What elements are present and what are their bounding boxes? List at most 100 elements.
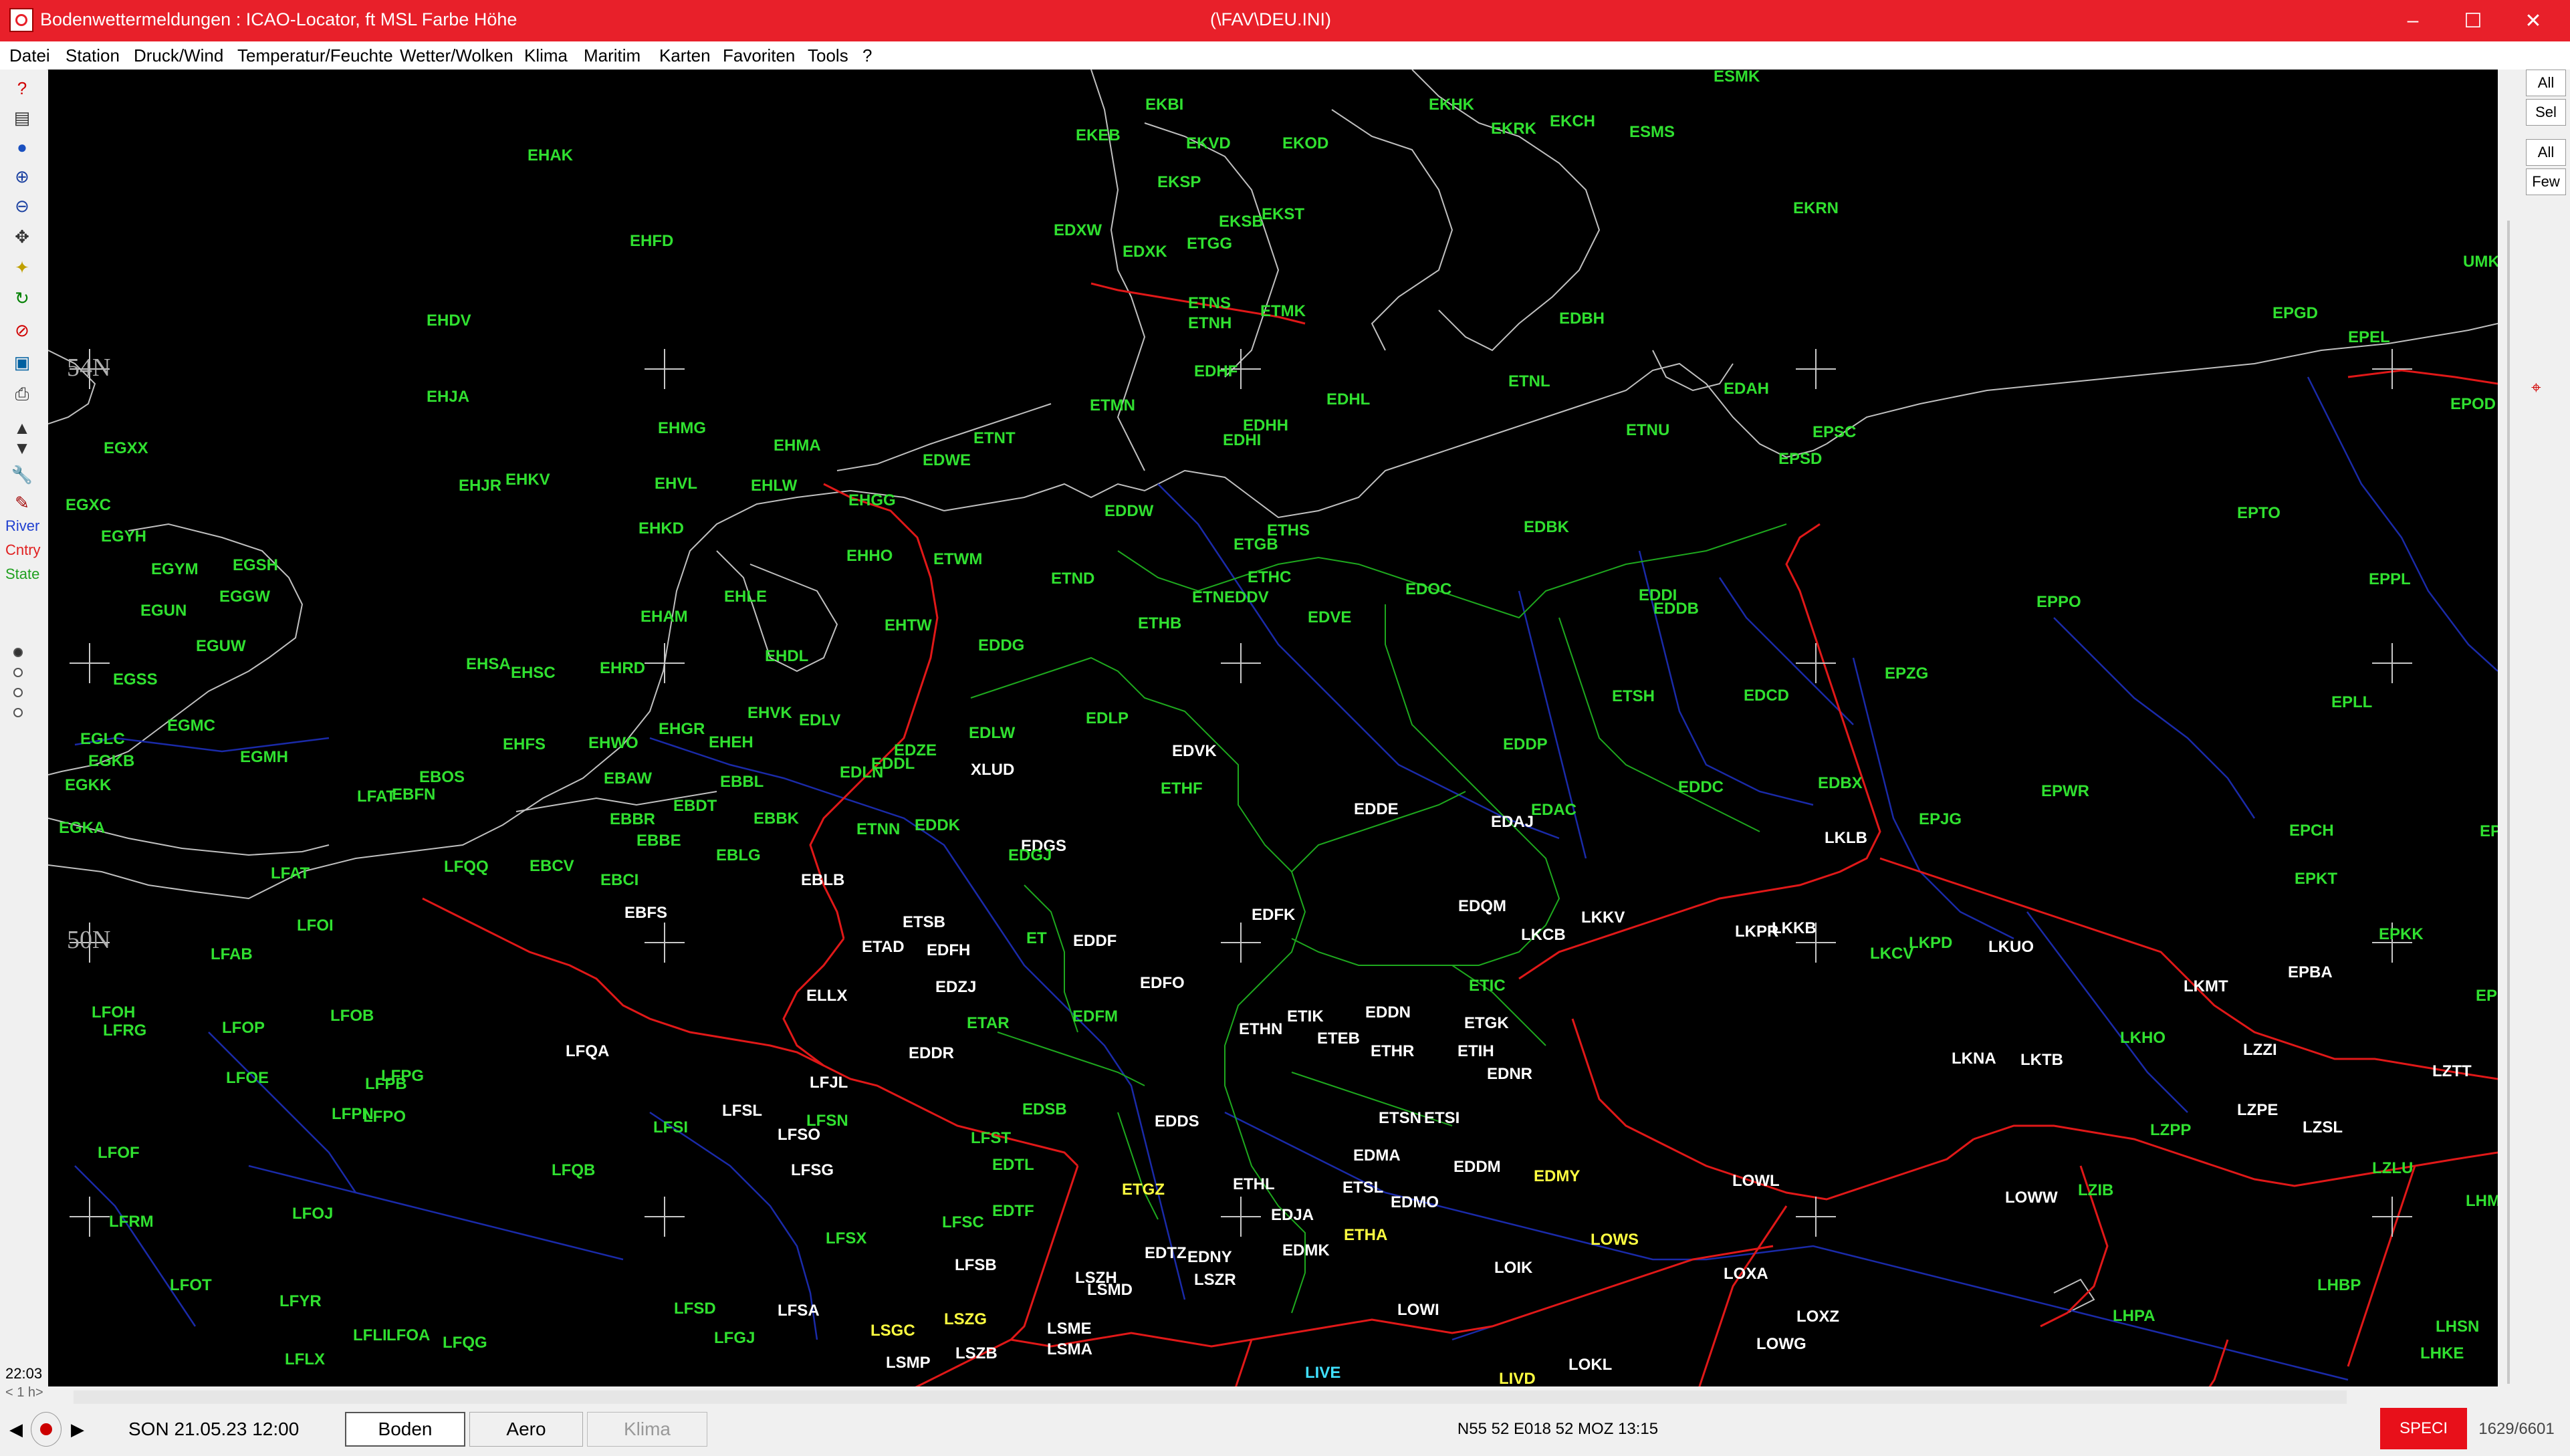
- station-label-lfrg[interactable]: LFRG: [103, 1021, 146, 1040]
- station-label-eddc[interactable]: EDDC: [1678, 778, 1724, 797]
- station-label-eddf[interactable]: EDDF: [1073, 932, 1117, 951]
- state-label[interactable]: State: [5, 566, 39, 583]
- station-label-edbh[interactable]: EDBH: [1559, 310, 1605, 328]
- tab-boden[interactable]: Boden: [345, 1412, 465, 1447]
- station-label-edde[interactable]: EDDE: [1354, 800, 1399, 819]
- station-label-lfpo[interactable]: LFPO: [363, 1108, 406, 1126]
- stop-icon[interactable]: ⊘: [7, 317, 37, 344]
- menu-klima[interactable]: Klima: [524, 45, 568, 66]
- station-label-lszr[interactable]: LSZR: [1194, 1271, 1236, 1290]
- station-label-ehsa[interactable]: EHSA: [466, 655, 511, 674]
- few-layers-button[interactable]: Few: [2526, 168, 2566, 195]
- menu-datei[interactable]: Datei: [9, 45, 50, 66]
- station-label-ehle[interactable]: EHLE: [724, 588, 767, 606]
- station-label-lsma[interactable]: LSMA: [1047, 1340, 1092, 1359]
- station-label-eheh[interactable]: EHEH: [709, 733, 753, 752]
- station-label-loww[interactable]: LOWW: [2005, 1189, 2058, 1207]
- datetime-display[interactable]: SON 21.05.23 12:00: [100, 1412, 328, 1447]
- station-label-epjg[interactable]: EPJG: [1919, 810, 1962, 829]
- refresh-icon[interactable]: ↻: [7, 285, 37, 312]
- station-label-ehsc[interactable]: EHSC: [511, 664, 556, 683]
- station-label-ehtw[interactable]: EHTW: [885, 616, 932, 635]
- station-label-egsh[interactable]: EGSH: [233, 556, 278, 575]
- station-label-epto[interactable]: EPTO: [2237, 504, 2281, 523]
- station-label-eddb[interactable]: EDDB: [1653, 600, 1699, 618]
- station-label-ebci[interactable]: EBCI: [600, 871, 638, 890]
- pencil-icon[interactable]: ✎: [7, 489, 37, 516]
- station-label-lfoi[interactable]: LFOI: [297, 917, 334, 935]
- station-label-ebbl[interactable]: EBBL: [720, 773, 764, 792]
- station-label-lktb[interactable]: LKTB: [2020, 1051, 2063, 1070]
- station-label-epwr[interactable]: EPWR: [2041, 782, 2089, 801]
- station-label-ekeb[interactable]: EKEB: [1076, 126, 1121, 145]
- station-label-lhbp[interactable]: LHBP: [2317, 1276, 2361, 1295]
- station-label-edmk[interactable]: EDMK: [1282, 1241, 1330, 1260]
- station-label-eham[interactable]: EHAM: [640, 608, 688, 626]
- station-label-eblg[interactable]: EBLG: [716, 846, 761, 865]
- station-label-lfyr[interactable]: LFYR: [279, 1292, 322, 1311]
- station-label-lows[interactable]: LOWS: [1591, 1231, 1639, 1249]
- station-label-ehak[interactable]: EHAK: [528, 146, 573, 165]
- station-label-edja[interactable]: EDJA: [1271, 1206, 1314, 1225]
- station-label-lfgj[interactable]: LFGJ: [714, 1329, 755, 1348]
- station-label-lzpe[interactable]: LZPE: [2237, 1101, 2278, 1120]
- station-label-lzib[interactable]: LZIB: [2078, 1181, 2113, 1200]
- option-radio-1[interactable]: [13, 648, 23, 657]
- station-label-edlp[interactable]: EDLP: [1086, 709, 1129, 728]
- station-label-lzpp[interactable]: LZPP: [2150, 1121, 2191, 1140]
- menu-maritim[interactable]: Maritim: [584, 45, 640, 66]
- station-label-etgz[interactable]: ETGZ: [1122, 1181, 1165, 1199]
- tab-klima[interactable]: Klima: [587, 1412, 707, 1447]
- station-label-lfso[interactable]: LFSO: [778, 1126, 820, 1144]
- station-label-loxa[interactable]: LOXA: [1724, 1265, 1768, 1284]
- station-label-epka[interactable]: EPKA: [2480, 822, 2498, 841]
- station-label-etih[interactable]: ETIH: [1457, 1042, 1494, 1061]
- station-label-epel[interactable]: EPEL: [2348, 328, 2390, 347]
- station-label-etnd[interactable]: ETND: [1051, 570, 1094, 588]
- option-radio-4[interactable]: [13, 708, 23, 717]
- prev-icon[interactable]: ◀: [4, 1412, 28, 1447]
- station-label-egyh[interactable]: EGYH: [101, 527, 146, 546]
- station-label-lfjl[interactable]: LFJL: [810, 1074, 848, 1092]
- station-label-livd[interactable]: LIVD: [1499, 1370, 1536, 1386]
- station-label-ehja[interactable]: EHJA: [427, 388, 469, 406]
- station-label-edcd[interactable]: EDCD: [1744, 687, 1789, 705]
- station-label-lfsa[interactable]: LFSA: [778, 1302, 820, 1320]
- station-label-lfqq[interactable]: LFQQ: [444, 858, 489, 876]
- station-label-eddn[interactable]: EDDN: [1365, 1003, 1411, 1022]
- station-label-epgd[interactable]: EPGD: [2272, 304, 2318, 323]
- station-label-edac[interactable]: EDAC: [1531, 801, 1576, 820]
- station-label-lfoa[interactable]: LFOA: [386, 1326, 430, 1345]
- station-label-etsb[interactable]: ETSB: [903, 913, 945, 932]
- station-label-edsb[interactable]: EDSB: [1022, 1100, 1067, 1119]
- station-label-lfoh[interactable]: LFOH: [92, 1003, 135, 1022]
- station-label-eguw[interactable]: EGUW: [196, 637, 246, 656]
- station-label-lowi[interactable]: LOWI: [1397, 1301, 1439, 1320]
- station-label-edhf[interactable]: EDHF: [1194, 362, 1238, 381]
- station-label-lzlu[interactable]: LZLU: [2372, 1159, 2413, 1178]
- station-label-lfqa[interactable]: LFQA: [566, 1042, 609, 1061]
- station-label-epch[interactable]: EPCH: [2289, 822, 2334, 840]
- station-label-ellx[interactable]: ELLX: [806, 987, 847, 1005]
- station-label-etmn[interactable]: ETMN: [1090, 396, 1135, 415]
- station-label-ethf[interactable]: ETHF: [1161, 779, 1203, 798]
- vertical-scrollbar[interactable]: [2498, 221, 2522, 1384]
- station-label-lklb[interactable]: LKLB: [1825, 829, 1867, 848]
- station-label-edve[interactable]: EDVE: [1308, 608, 1351, 627]
- record-icon[interactable]: [31, 1412, 62, 1447]
- all-stations-button[interactable]: All: [2526, 70, 2566, 96]
- station-label-ebfn[interactable]: EBFN: [392, 785, 435, 804]
- station-label-edlv[interactable]: EDLV: [799, 711, 840, 730]
- station-label-eddw[interactable]: EDDW: [1104, 502, 1153, 521]
- station-label-etsi[interactable]: ETSI: [1424, 1109, 1459, 1128]
- station-label-edmo[interactable]: EDMO: [1391, 1193, 1439, 1212]
- station-label-ebcv[interactable]: EBCV: [530, 857, 574, 876]
- station-label-ehfs[interactable]: EHFS: [503, 735, 546, 754]
- station-label-ehkv[interactable]: EHKV: [505, 471, 550, 489]
- station-label-edfh[interactable]: EDFH: [927, 941, 970, 960]
- station-label-lkmt[interactable]: LKMT: [2184, 977, 2228, 996]
- station-label-lowl[interactable]: LOWL: [1732, 1172, 1780, 1191]
- station-label-etgb[interactable]: ETGB: [1234, 535, 1278, 554]
- station-label-ethc[interactable]: ETHC: [1248, 568, 1291, 587]
- station-label-ethr[interactable]: ETHR: [1371, 1042, 1414, 1061]
